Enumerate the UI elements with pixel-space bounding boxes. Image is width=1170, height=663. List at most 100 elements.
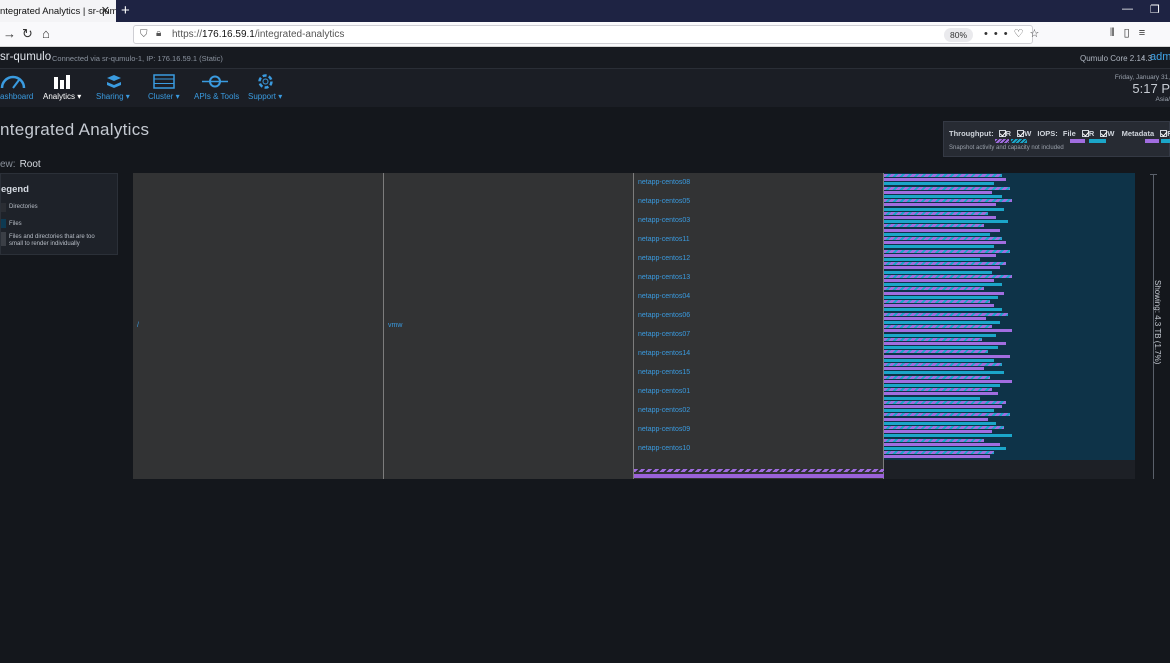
menu-dashboard[interactable]: ashboard: [0, 69, 34, 107]
dir-netapp-centos06[interactable]: netapp-centos06: [638, 312, 690, 319]
file-activity-bar: [884, 262, 1006, 266]
treemap-files-area[interactable]: [884, 173, 1135, 460]
metadata-read-swatch: [1145, 139, 1159, 143]
metadata-read-checkbox[interactable]: [1160, 130, 1168, 137]
dir-netapp-centos11[interactable]: netapp-centos11: [638, 236, 690, 243]
restore-icon[interactable]: ❐: [1150, 3, 1160, 16]
file-activity-bar: [884, 220, 1008, 224]
lock-icon[interactable]: 🔒︎: [156, 28, 161, 39]
menu-sharing[interactable]: Sharing ▾: [95, 69, 135, 107]
menu-label: ashboard: [0, 92, 34, 101]
file-read-checkbox[interactable]: [1081, 130, 1089, 137]
metadata-label: Metadata: [1121, 129, 1155, 138]
showing-text: Showing: 4.3 TB (1.7%): [1153, 280, 1162, 365]
file-write-checkbox[interactable]: [1100, 130, 1108, 137]
throughput-write-swatch: [1011, 139, 1027, 143]
file-activity-bar: [884, 224, 984, 228]
view-root-link[interactable]: Root: [20, 159, 41, 170]
plug-icon: [202, 75, 228, 88]
url-text[interactable]: https://176.16.59.1/integrated-analytics: [172, 29, 344, 40]
file-activity-bar: [884, 304, 994, 308]
legend-directories-label: Directories: [9, 204, 38, 210]
file-activity-bar: [884, 388, 992, 392]
menu-label: Sharing ▾: [96, 92, 130, 101]
capacity-treemap: / vmw netapp-centos08 netapp-centos05 ne…: [133, 173, 1135, 479]
file-activity-bar: [884, 207, 1004, 211]
new-tab-button[interactable]: +: [121, 2, 130, 19]
file-activity-bar: [884, 333, 996, 337]
reload-icon[interactable]: ↻: [22, 26, 33, 42]
file-activity-bar: [884, 430, 992, 434]
file-activity-bar: [884, 375, 990, 379]
file-activity-bar: [884, 417, 988, 421]
connection-status: Connected via sr-qumulo-1, IP: 176.16.59…: [52, 54, 223, 63]
dir-netapp-centos14[interactable]: netapp-centos14: [638, 350, 690, 357]
minimize-icon[interactable]: —: [1122, 3, 1133, 15]
file-activity-bar: [884, 346, 998, 350]
file-activity-bar: [884, 283, 1002, 287]
legend-small-swatch: [1, 232, 6, 246]
dir-netapp-centos08[interactable]: netapp-centos08: [638, 179, 690, 186]
user-menu[interactable]: adm: [1150, 51, 1170, 63]
throughput-write-checkbox[interactable]: [1017, 130, 1025, 137]
menu-apis-tools[interactable]: APIs & Tools: [193, 69, 239, 107]
sidebar-icon: ▯: [1123, 27, 1139, 39]
treemap-vmw-dir[interactable]: vmw: [384, 173, 634, 479]
dir-netapp-centos07[interactable]: netapp-centos07: [638, 331, 690, 338]
browser-tab-bar: ntegrated Analytics | sr-qumul ✕ + — ❐: [0, 0, 1170, 22]
file-activity-bar: [884, 325, 992, 329]
cluster-clock: Friday, January 31, 5:17 P Asia/: [1100, 74, 1170, 103]
file-activity-bar: [884, 295, 998, 299]
file-activity-bar: [884, 211, 988, 215]
file-activity-bar: [884, 367, 984, 371]
throughput-read-checkbox[interactable]: [998, 130, 1006, 137]
legend-files-swatch: [1, 219, 6, 228]
forward-icon[interactable]: →: [3, 26, 16, 41]
menu-label: Cluster ▾: [148, 92, 180, 101]
menu-analytics[interactable]: Analytics ▾: [42, 69, 84, 107]
performance-filter-panel: Throughput: R W IOPS: File R W Metadata …: [943, 121, 1170, 157]
tab-title: ntegrated Analytics | sr-qumul: [0, 6, 116, 17]
dir-netapp-centos13[interactable]: netapp-centos13: [638, 274, 690, 281]
file-activity-bar: [884, 421, 996, 425]
dir-netapp-centos15[interactable]: netapp-centos15: [638, 369, 690, 376]
vmw-dir-label[interactable]: vmw: [388, 322, 402, 329]
file-write-swatch: [1089, 139, 1106, 143]
separator: •: [1142, 53, 1145, 62]
dir-netapp-centos04[interactable]: netapp-centos04: [638, 293, 690, 300]
file-activity-bar: [884, 400, 1006, 404]
cluster-name[interactable]: sr-qumulo: [0, 51, 51, 63]
dir-netapp-centos02[interactable]: netapp-centos02: [638, 407, 690, 414]
home-icon[interactable]: ⌂: [42, 26, 50, 41]
menu-support[interactable]: Support ▾: [247, 69, 287, 107]
file-activity-bar: [884, 384, 1000, 387]
file-activity-bar: [884, 178, 1006, 182]
treemap-root-dir[interactable]: /: [133, 173, 384, 479]
address-bar[interactable]: ⛉ 🔒︎ https://176.16.59.1/integrated-anal…: [133, 25, 1039, 44]
page-actions[interactable]: •••♡☆: [984, 27, 1045, 40]
root-dir-label[interactable]: /: [137, 322, 139, 329]
aggregate-throughput-bar: [634, 469, 884, 472]
file-activity-bar: [884, 174, 1002, 177]
throughput-label: Throughput:: [949, 129, 994, 138]
dir-netapp-centos05[interactable]: netapp-centos05: [638, 198, 690, 205]
browser-nav-bar: → ↻ ⌂ ⛉ 🔒︎ https://176.16.59.1/integrate…: [0, 22, 1170, 47]
file-activity-bar: [884, 426, 1004, 429]
file-activity-bar: [884, 350, 988, 354]
file-activity-bar: [884, 363, 1002, 366]
dir-netapp-centos01[interactable]: netapp-centos01: [638, 388, 690, 395]
dir-netapp-centos09[interactable]: netapp-centos09: [638, 426, 690, 433]
dir-netapp-centos03[interactable]: netapp-centos03: [638, 217, 690, 224]
zoom-level[interactable]: 80%: [944, 28, 974, 42]
throughput-read-swatch: [995, 139, 1009, 143]
tab-close-icon[interactable]: ✕: [101, 4, 110, 17]
browser-tab[interactable]: ntegrated Analytics | sr-qumul ✕: [0, 0, 116, 22]
file-activity-bar: [884, 316, 986, 320]
dir-netapp-centos10[interactable]: netapp-centos10: [638, 445, 690, 452]
shield-icon[interactable]: ⛉: [140, 29, 148, 40]
dir-netapp-centos12[interactable]: netapp-centos12: [638, 255, 690, 262]
toolbar-icons[interactable]: ⫴▯≡: [1110, 26, 1154, 40]
menu-cluster[interactable]: Cluster ▾: [147, 69, 183, 107]
file-activity-bar: [884, 392, 998, 396]
file-activity-bar: [884, 438, 984, 442]
